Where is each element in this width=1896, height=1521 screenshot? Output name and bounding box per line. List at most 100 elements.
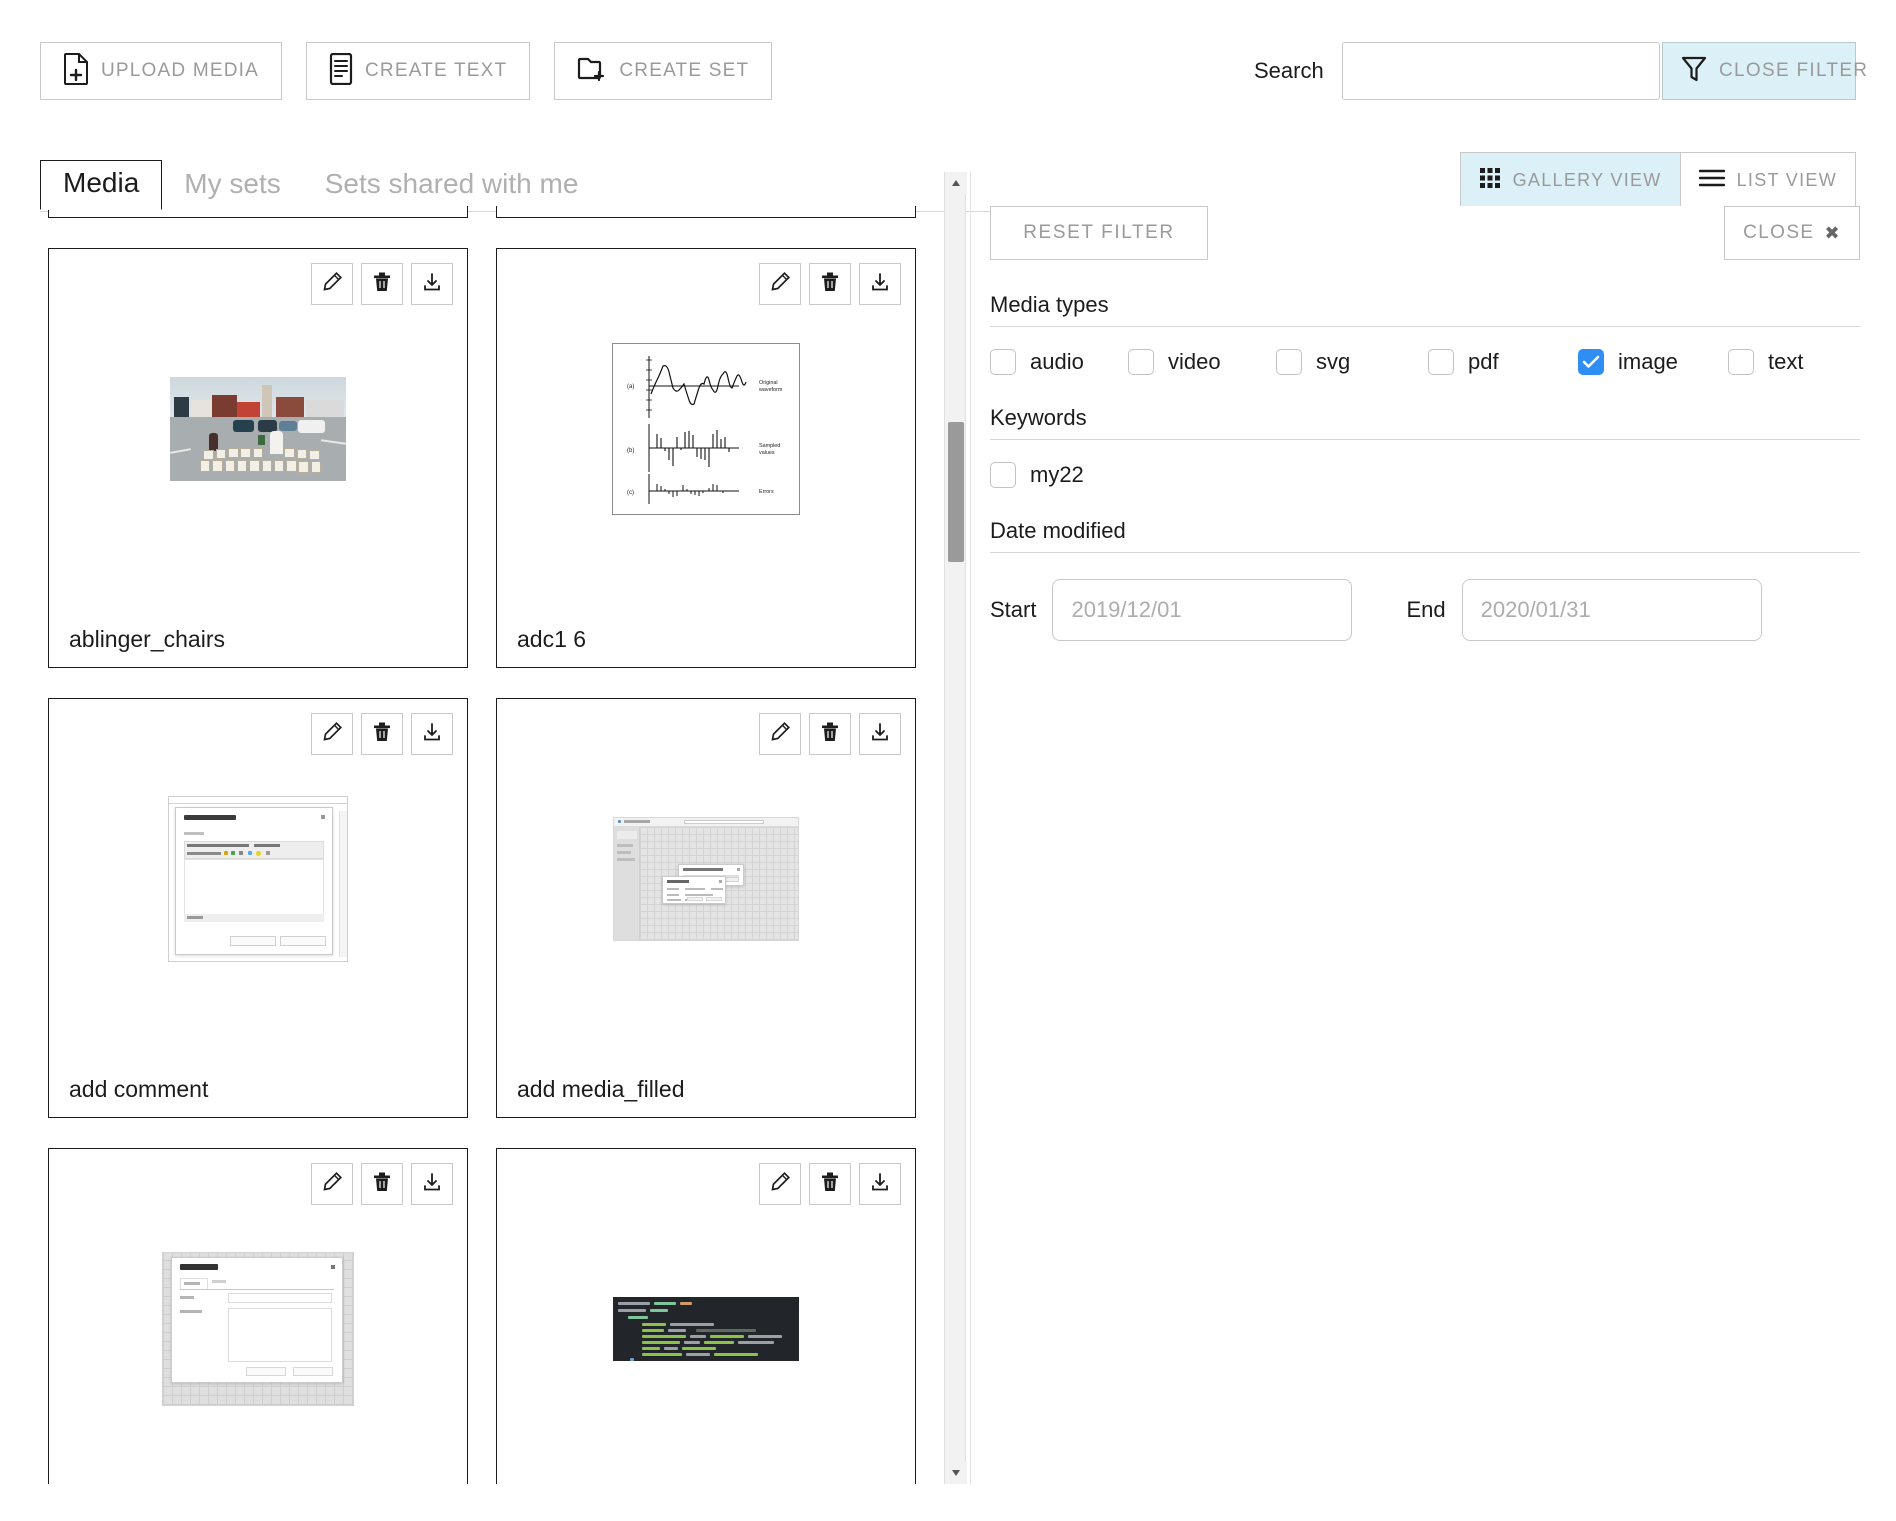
media-card-label: ablinger_chairs	[69, 626, 225, 652]
gallery-pane: 802013052_univ_cnt_14_xl 802013052_univ_…	[0, 206, 940, 1484]
list-view-button[interactable]: LIST VIEW	[1680, 153, 1855, 207]
checkbox-label: pdf	[1468, 349, 1499, 374]
checkbox-label: audio	[1030, 349, 1084, 374]
checkbox-audio[interactable]: audio	[990, 349, 1128, 375]
media-thumbnail	[49, 699, 467, 1059]
create-set-label: CREATE SET	[619, 60, 750, 81]
screenshot-add-media-dialog	[613, 817, 799, 941]
search-group: Search	[1254, 42, 1660, 100]
checkbox-box	[1428, 349, 1454, 375]
close-filter-button[interactable]: CLOSE FILTER	[1662, 42, 1867, 100]
pane-divider	[970, 172, 971, 1484]
file-plus-icon	[63, 52, 89, 90]
media-card[interactable]: (a) Original waveform (b) Sampled values…	[496, 248, 916, 668]
filter-panel: RESET FILTER CLOSE ✖ Media types audio v…	[990, 206, 1860, 1484]
media-grid: 802013052_univ_cnt_14_xl 802013052_univ_…	[48, 206, 916, 1484]
tab-my-sets-label: My sets	[184, 168, 281, 199]
checkbox-box	[1128, 349, 1154, 375]
create-set-button[interactable]: CREATE SET	[554, 42, 773, 100]
media-types-options: audio video svg pdf image text	[990, 349, 1860, 375]
document-lines-icon	[329, 52, 353, 90]
folder-plus-icon	[577, 54, 607, 89]
tab-media[interactable]: Media	[40, 160, 163, 210]
view-toggle-group: GALLERY VIEW LIST VIEW	[1459, 152, 1856, 208]
start-date-input[interactable]	[1052, 579, 1353, 641]
media-thumbnail	[49, 1149, 467, 1484]
media-thumbnail: (a) Original waveform (b) Sampled values…	[497, 249, 915, 609]
media-card[interactable]	[496, 1148, 916, 1484]
svg-text:Errors: Errors	[759, 489, 774, 495]
checkbox-pdf[interactable]: pdf	[1428, 349, 1578, 375]
end-date-input[interactable]	[1461, 579, 1762, 641]
checkbox-label: video	[1168, 349, 1221, 374]
checkbox-box	[1276, 349, 1302, 375]
list-view-label: LIST VIEW	[1736, 169, 1837, 190]
main-content: 802013052_univ_cnt_14_xl 802013052_univ_…	[0, 172, 1896, 1521]
filter-panel-header: RESET FILTER CLOSE ✖	[990, 206, 1860, 262]
date-modified-title: Date modified	[990, 518, 1126, 543]
funnel-icon	[1681, 55, 1707, 88]
tab-my-sets[interactable]: My sets	[162, 162, 302, 210]
checkbox-label: my22	[1030, 462, 1084, 487]
close-icon: ✖	[1824, 222, 1841, 243]
keywords-options: my22	[990, 462, 1860, 488]
scrollbar-thumb[interactable]	[948, 422, 964, 562]
checkbox-box	[1578, 349, 1604, 375]
grid-icon	[1479, 167, 1501, 194]
search-label: Search	[1254, 58, 1324, 83]
media-library-page: UPLOAD MEDIA CREATE TEXT CREATE SET Sear…	[0, 0, 1896, 1521]
svg-text:(a): (a)	[627, 384, 634, 390]
media-types-divider	[990, 326, 1860, 327]
media-thumbnail	[497, 1149, 915, 1484]
upload-media-label: UPLOAD MEDIA	[101, 60, 259, 81]
svg-text:values: values	[759, 450, 775, 456]
screenshot-add-comment-dialog	[168, 796, 348, 962]
date-modified-divider	[990, 552, 1860, 553]
tab-media-label: Media	[63, 167, 140, 198]
media-card-partial[interactable]: 802013052_univ_cnt_14_xl	[496, 206, 916, 218]
gallery-view-label: GALLERY VIEW	[1512, 169, 1662, 190]
tab-list: Media My sets Sets shared with me	[40, 160, 600, 210]
screenshot-code-editor-dark	[613, 1297, 799, 1361]
checkbox-box	[990, 349, 1016, 375]
close-panel-label: CLOSE	[1743, 222, 1815, 243]
checkbox-image[interactable]: image	[1578, 349, 1728, 375]
reset-filter-button[interactable]: RESET FILTER	[990, 206, 1208, 260]
media-card-label: add comment	[69, 1076, 209, 1102]
upload-media-button[interactable]: UPLOAD MEDIA	[40, 42, 282, 100]
checkbox-box	[1728, 349, 1754, 375]
tab-sets-shared-label: Sets shared with me	[324, 168, 579, 199]
media-card[interactable]: add media_filled	[496, 698, 916, 1118]
checkbox-box	[990, 462, 1016, 488]
media-card-label: adc1 6	[517, 626, 587, 652]
keywords-divider	[990, 439, 1860, 440]
media-thumbnail	[497, 699, 915, 1059]
svg-text:(b): (b)	[627, 448, 634, 454]
checkbox-label: text	[1768, 349, 1804, 374]
checkbox-my22[interactable]: my22	[990, 462, 1084, 488]
scroll-up-icon[interactable]	[945, 172, 967, 194]
create-text-button[interactable]: CREATE TEXT	[306, 42, 531, 100]
media-card-label: add media_filled	[517, 1076, 685, 1102]
checkbox-video[interactable]: video	[1128, 349, 1276, 375]
media-card[interactable]: ablinger_chairs	[48, 248, 468, 668]
svg-text:(c): (c)	[627, 490, 634, 496]
gallery-view-button[interactable]: GALLERY VIEW	[1460, 153, 1681, 207]
tab-sets-shared-with-me[interactable]: Sets shared with me	[303, 162, 601, 210]
create-text-label: CREATE TEXT	[365, 60, 508, 81]
checkbox-label: image	[1618, 349, 1678, 374]
media-card[interactable]: add comment	[48, 698, 468, 1118]
date-range-row: Start End	[990, 579, 1860, 641]
end-date-label: End	[1406, 597, 1446, 622]
media-card[interactable]	[48, 1148, 468, 1484]
figure-adc-sampling: (a) Original waveform (b) Sampled values…	[612, 343, 800, 515]
svg-text:Original: Original	[759, 380, 778, 386]
gallery-scrollbar[interactable]	[944, 172, 967, 1484]
top-toolbar: UPLOAD MEDIA CREATE TEXT CREATE SET Sear…	[0, 0, 1896, 130]
close-panel-button[interactable]: CLOSE ✖	[1724, 206, 1860, 260]
screenshot-add-page-dialog	[162, 1252, 354, 1406]
scroll-down-icon[interactable]	[945, 1462, 967, 1484]
search-input[interactable]	[1341, 42, 1660, 100]
checkbox-svg[interactable]: svg	[1276, 349, 1428, 375]
checkbox-text[interactable]: text	[1728, 349, 1803, 375]
